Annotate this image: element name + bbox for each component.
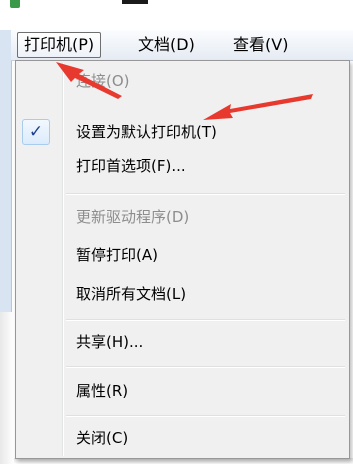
menu-item-connect: 连接(O) bbox=[18, 66, 347, 96]
window-title-fragment bbox=[122, 0, 148, 4]
menu-separator bbox=[66, 366, 345, 368]
menu-item-label: 设置为默认打印机(T) bbox=[76, 123, 217, 141]
menu-item-label: 更新驱动程序(D) bbox=[76, 208, 190, 226]
menu-printer[interactable]: 打印机(P) bbox=[17, 32, 102, 58]
menu-item-set-default-printer[interactable]: ✓ 设置为默认打印机(T) bbox=[18, 117, 347, 147]
window-left-shadow bbox=[0, 312, 14, 464]
menu-item-label: 取消所有文档(L) bbox=[76, 285, 187, 303]
menu-item-label: 属性(R) bbox=[76, 382, 129, 400]
menu-item-printing-preferences[interactable]: 打印首选项(F)... bbox=[18, 151, 347, 181]
menu-item-label: 暂停打印(A) bbox=[76, 246, 158, 264]
menu-separator bbox=[66, 319, 345, 321]
menu-separator bbox=[66, 415, 345, 417]
menu-item-close[interactable]: 关闭(C) bbox=[18, 423, 347, 453]
check-icon: ✓ bbox=[22, 119, 50, 145]
printer-dropdown-menu: 连接(O) ✓ 设置为默认打印机(T) 打印首选项(F)... 更新驱动程序(D… bbox=[15, 60, 350, 459]
menu-item-label: 连接(O) bbox=[76, 72, 130, 90]
menu-separator bbox=[66, 193, 345, 195]
menu-item-cancel-all-documents[interactable]: 取消所有文档(L) bbox=[18, 279, 347, 309]
menu-item-label: 共享(H)... bbox=[76, 333, 144, 351]
menu-item-sharing[interactable]: 共享(H)... bbox=[18, 327, 347, 357]
printer-window-icon bbox=[10, 0, 20, 8]
menu-item-update-driver: 更新驱动程序(D) bbox=[18, 202, 347, 232]
window-title-bar bbox=[0, 0, 353, 30]
menu-item-label: 打印首选项(F)... bbox=[76, 157, 186, 175]
menu-item-label: 关闭(C) bbox=[76, 429, 129, 447]
menu-view[interactable]: 查看(V) bbox=[227, 33, 294, 57]
menu-item-properties[interactable]: 属性(R) bbox=[18, 376, 347, 406]
menu-document[interactable]: 文档(D) bbox=[132, 33, 201, 57]
menu-bar: 打印机(P) 文档(D) 查看(V) bbox=[11, 30, 353, 61]
window-left-frame bbox=[0, 30, 12, 312]
menu-item-pause-printing[interactable]: 暂停打印(A) bbox=[18, 240, 347, 270]
